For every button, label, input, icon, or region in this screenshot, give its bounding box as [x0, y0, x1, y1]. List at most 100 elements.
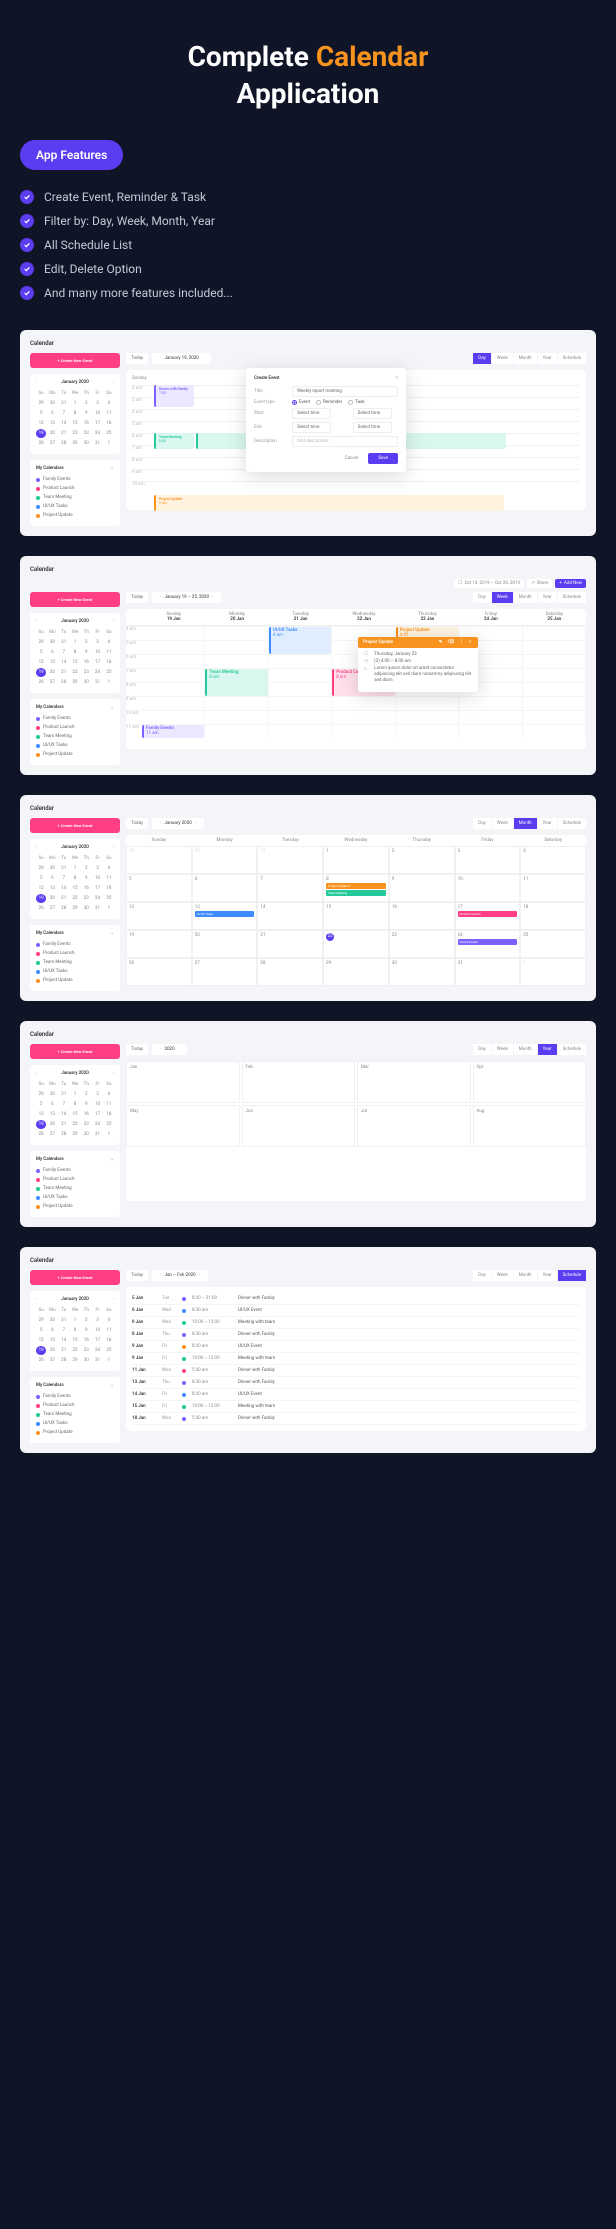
mini-date[interactable]: 14 [59, 1110, 69, 1119]
mini-date[interactable]: 1 [104, 1356, 114, 1365]
mini-date[interactable]: 31 [59, 1316, 69, 1325]
month-cell[interactable]: 29 [126, 846, 192, 874]
calendar-filter-item[interactable]: Project Update [36, 976, 114, 985]
mini-date[interactable]: 20 [47, 429, 57, 438]
schedule-row[interactable]: 15 JanFri10:00 – 12:00Meeting with team [132, 1401, 580, 1413]
mini-date[interactable]: 9 [81, 409, 91, 418]
mini-date[interactable]: 29 [70, 439, 80, 448]
week-cell[interactable] [396, 710, 459, 724]
month-cell[interactable]: 10 [455, 874, 521, 902]
mini-date[interactable]: 12 [36, 1336, 46, 1345]
schedule-row[interactable]: 13 JanThu8:30 amDinner with Family [132, 1377, 580, 1389]
calendar-filter-item[interactable]: Project Update [36, 750, 114, 759]
mini-date[interactable]: 19 [36, 894, 46, 903]
mini-date[interactable]: 13 [47, 419, 57, 428]
mini-date[interactable]: 1 [104, 678, 114, 687]
mini-date[interactable]: 31 [92, 678, 102, 687]
mini-date[interactable]: 19 [36, 668, 46, 677]
calendar-filter-item[interactable]: UI/UX Tasks [36, 1193, 114, 1202]
mini-date[interactable]: 13 [47, 1110, 57, 1119]
mini-date[interactable]: 18 [104, 658, 114, 667]
view-tab-week[interactable]: Week [492, 818, 513, 829]
date-range[interactable]: ‹2020› [152, 1044, 187, 1055]
month-cell[interactable]: 1 [520, 958, 586, 986]
mini-date[interactable]: 10 [92, 1100, 102, 1109]
close-icon[interactable]: × [396, 376, 398, 381]
mini-date[interactable]: 11 [104, 409, 114, 418]
today-button[interactable]: Today [126, 592, 148, 603]
mini-date[interactable]: 31 [92, 1356, 102, 1365]
mini-date[interactable]: 19 [36, 1346, 46, 1355]
schedule-row[interactable]: 9 JanFri8:30 amUI/UX Event [132, 1341, 580, 1353]
month-event[interactable]: Family Events [458, 939, 518, 945]
create-event-button[interactable]: + Create New Event [30, 592, 120, 607]
month-cell[interactable]: 15 [323, 902, 389, 930]
week-cell[interactable]: Team Meeting8 am [205, 668, 268, 682]
view-tab-day[interactable]: Day [473, 1044, 491, 1055]
calendar-filter-item[interactable]: Product Launch [36, 484, 114, 493]
mini-date[interactable]: 23 [81, 894, 91, 903]
view-tab-week[interactable]: Week [492, 353, 513, 364]
month-cell[interactable]: 30 [192, 846, 258, 874]
view-tab-year[interactable]: Year [538, 818, 557, 829]
week-cell[interactable] [523, 640, 586, 654]
view-tab-month[interactable]: Month [514, 1270, 537, 1281]
mini-date[interactable]: 1 [70, 1090, 80, 1099]
mini-date[interactable]: 15 [70, 884, 80, 893]
mini-date[interactable]: 14 [59, 884, 69, 893]
mini-date[interactable]: 3 [92, 1316, 102, 1325]
mini-date[interactable]: 24 [92, 894, 102, 903]
mini-date[interactable]: 24 [92, 1120, 102, 1129]
week-cell[interactable] [205, 696, 268, 710]
mini-date[interactable]: 30 [81, 1130, 91, 1139]
calendar-filter-item[interactable]: UI/UX Tasks [36, 741, 114, 750]
view-tab-schedule[interactable]: Schedule [558, 1270, 586, 1281]
event-block[interactable]: Team Meeting8 am [205, 669, 267, 696]
week-cell[interactable] [396, 696, 459, 710]
chevron-down-icon[interactable]: ⌄ [110, 466, 114, 471]
mini-date[interactable]: 6 [47, 1100, 57, 1109]
mini-date[interactable]: 14 [59, 1336, 69, 1345]
mini-date[interactable]: 9 [81, 1100, 91, 1109]
create-event-button[interactable]: + Create New Event [30, 353, 120, 368]
mini-date[interactable]: 5 [36, 648, 46, 657]
week-cell[interactable]: Project Update4:45Project Update✎ ⌫ ⋮ ×☐… [396, 626, 459, 640]
week-cell[interactable] [142, 682, 205, 696]
mini-date[interactable]: 15 [70, 1110, 80, 1119]
mini-date[interactable]: 23 [81, 668, 91, 677]
mini-date[interactable]: 18 [104, 419, 114, 428]
week-cell[interactable] [459, 724, 522, 738]
event-type-radio[interactable]: Event [292, 400, 310, 405]
calendar-filter-item[interactable]: Family Events [36, 714, 114, 723]
event-title-input[interactable]: Weekly report meeting [292, 386, 398, 397]
week-cell[interactable] [523, 710, 586, 724]
mini-date[interactable]: 20 [47, 1346, 57, 1355]
date-picker[interactable]: ☐Oct 14, 2019 – Oct 26, 2019 [454, 579, 524, 588]
week-cell[interactable] [142, 696, 205, 710]
start-time-input[interactable]: Select time [353, 408, 392, 419]
mini-date[interactable]: 31 [92, 904, 102, 913]
mini-date[interactable]: 22 [70, 429, 80, 438]
mini-date[interactable]: 30 [47, 1090, 57, 1099]
date-range[interactable]: ‹January 19, 2020› [152, 353, 211, 364]
mini-date[interactable]: 11 [104, 1326, 114, 1335]
year-month-cell[interactable]: Apr [473, 1061, 587, 1103]
month-cell[interactable]: 22 [323, 930, 389, 958]
mini-date[interactable]: 17 [92, 1110, 102, 1119]
mini-date[interactable]: 16 [81, 419, 91, 428]
year-month-cell[interactable]: May [126, 1105, 240, 1147]
share-button[interactable]: ↗Share [527, 579, 552, 588]
mini-date[interactable]: 2 [81, 399, 91, 408]
create-event-button[interactable]: + Create New Event [30, 818, 120, 833]
date-range[interactable]: ‹January 2020› [152, 818, 204, 829]
mini-date[interactable]: 6 [47, 1326, 57, 1335]
week-cell[interactable] [142, 654, 205, 668]
mini-date[interactable]: 10 [92, 409, 102, 418]
mini-date[interactable]: 31 [92, 439, 102, 448]
week-cell[interactable] [523, 724, 586, 738]
mini-date[interactable]: 18 [104, 884, 114, 893]
mini-date[interactable]: 29 [70, 1356, 80, 1365]
month-cell[interactable]: 31 [257, 846, 323, 874]
end-input[interactable]: Select time [292, 422, 331, 433]
mini-date[interactable]: 11 [104, 874, 114, 883]
